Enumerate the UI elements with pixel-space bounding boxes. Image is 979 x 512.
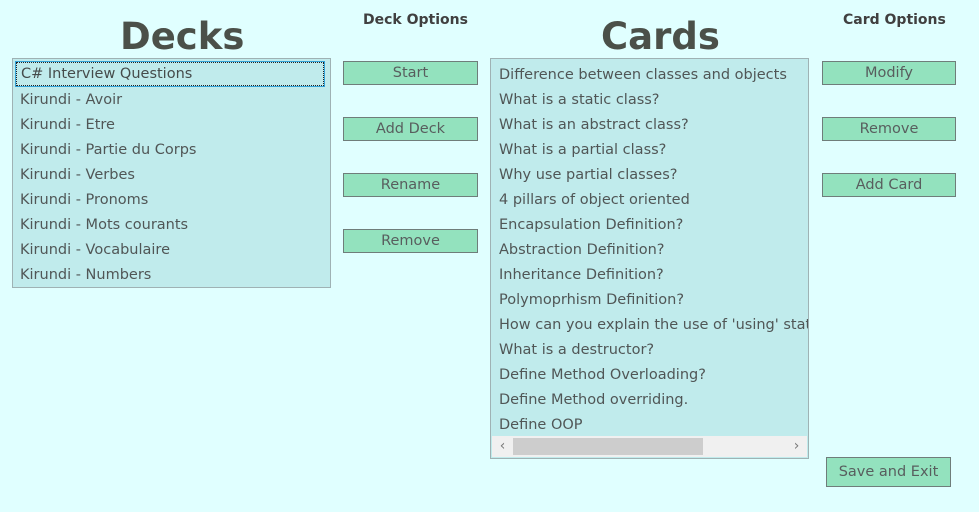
chevron-right-icon[interactable]: › <box>786 436 807 457</box>
deck-list-item[interactable]: Kirundi - Pronoms <box>20 188 148 212</box>
card-list-item[interactable]: Encapsulation Definition? <box>499 213 683 237</box>
deck-list-item[interactable]: Kirundi - Verbes <box>20 163 135 187</box>
card-list-item[interactable]: What is a partial class? <box>499 138 666 162</box>
card-list-item[interactable]: What is an abstract class? <box>499 113 689 137</box>
card-options-title: Card Options <box>843 12 946 28</box>
chevron-left-icon[interactable]: ‹ <box>492 436 513 457</box>
scrollbar-thumb[interactable] <box>513 438 703 455</box>
rename-deck-button[interactable]: Rename <box>343 173 478 197</box>
card-list-item[interactable]: Difference between classes and objects <box>499 63 787 87</box>
deck-list-item[interactable]: Kirundi - Etre <box>20 113 115 137</box>
remove-deck-button[interactable]: Remove <box>343 229 478 253</box>
card-list-item[interactable]: Define OOP <box>499 413 583 437</box>
deck-list-item[interactable]: Kirundi - Avoir <box>20 88 122 112</box>
cards-horizontal-scrollbar[interactable]: ‹ › <box>492 436 807 457</box>
save-and-exit-button[interactable]: Save and Exit <box>826 457 951 487</box>
deck-options-title: Deck Options <box>363 12 468 28</box>
deck-list-item[interactable]: Kirundi - Vocabulaire <box>20 238 170 262</box>
deck-list-item[interactable]: Kirundi - Mots courants <box>20 213 188 237</box>
remove-card-button[interactable]: Remove <box>822 117 956 141</box>
card-list-item[interactable]: Abstraction Definition? <box>499 238 664 262</box>
add-card-button[interactable]: Add Card <box>822 173 956 197</box>
card-list-item[interactable]: 4 pillars of object oriented <box>499 188 690 212</box>
decks-list[interactable]: C# Interview Questions Kirundi - Avoir K… <box>12 58 331 288</box>
add-deck-button[interactable]: Add Deck <box>343 117 478 141</box>
decks-title: Decks <box>120 15 245 58</box>
card-list-item[interactable]: What is a static class? <box>499 88 660 112</box>
card-list-item[interactable]: How can you explain the use of 'using' s… <box>499 313 808 337</box>
deck-list-item-selected[interactable]: C# Interview Questions <box>15 61 325 87</box>
deck-list-item[interactable]: Kirundi - Numbers <box>20 263 151 287</box>
cards-list[interactable]: Difference between classes and objects W… <box>490 58 809 459</box>
deck-list-item[interactable]: Kirundi - Partie du Corps <box>20 138 196 162</box>
card-list-item[interactable]: What is a destructor? <box>499 338 654 362</box>
start-button[interactable]: Start <box>343 61 478 85</box>
cards-title: Cards <box>601 15 720 58</box>
card-list-item[interactable]: Inheritance Definition? <box>499 263 664 287</box>
modify-card-button[interactable]: Modify <box>822 61 956 85</box>
card-list-item[interactable]: Why use partial classes? <box>499 163 677 187</box>
card-list-item[interactable]: Polymoprhism Definition? <box>499 288 684 312</box>
card-list-item[interactable]: Define Method overriding. <box>499 388 688 412</box>
card-list-item[interactable]: Define Method Overloading? <box>499 363 706 387</box>
